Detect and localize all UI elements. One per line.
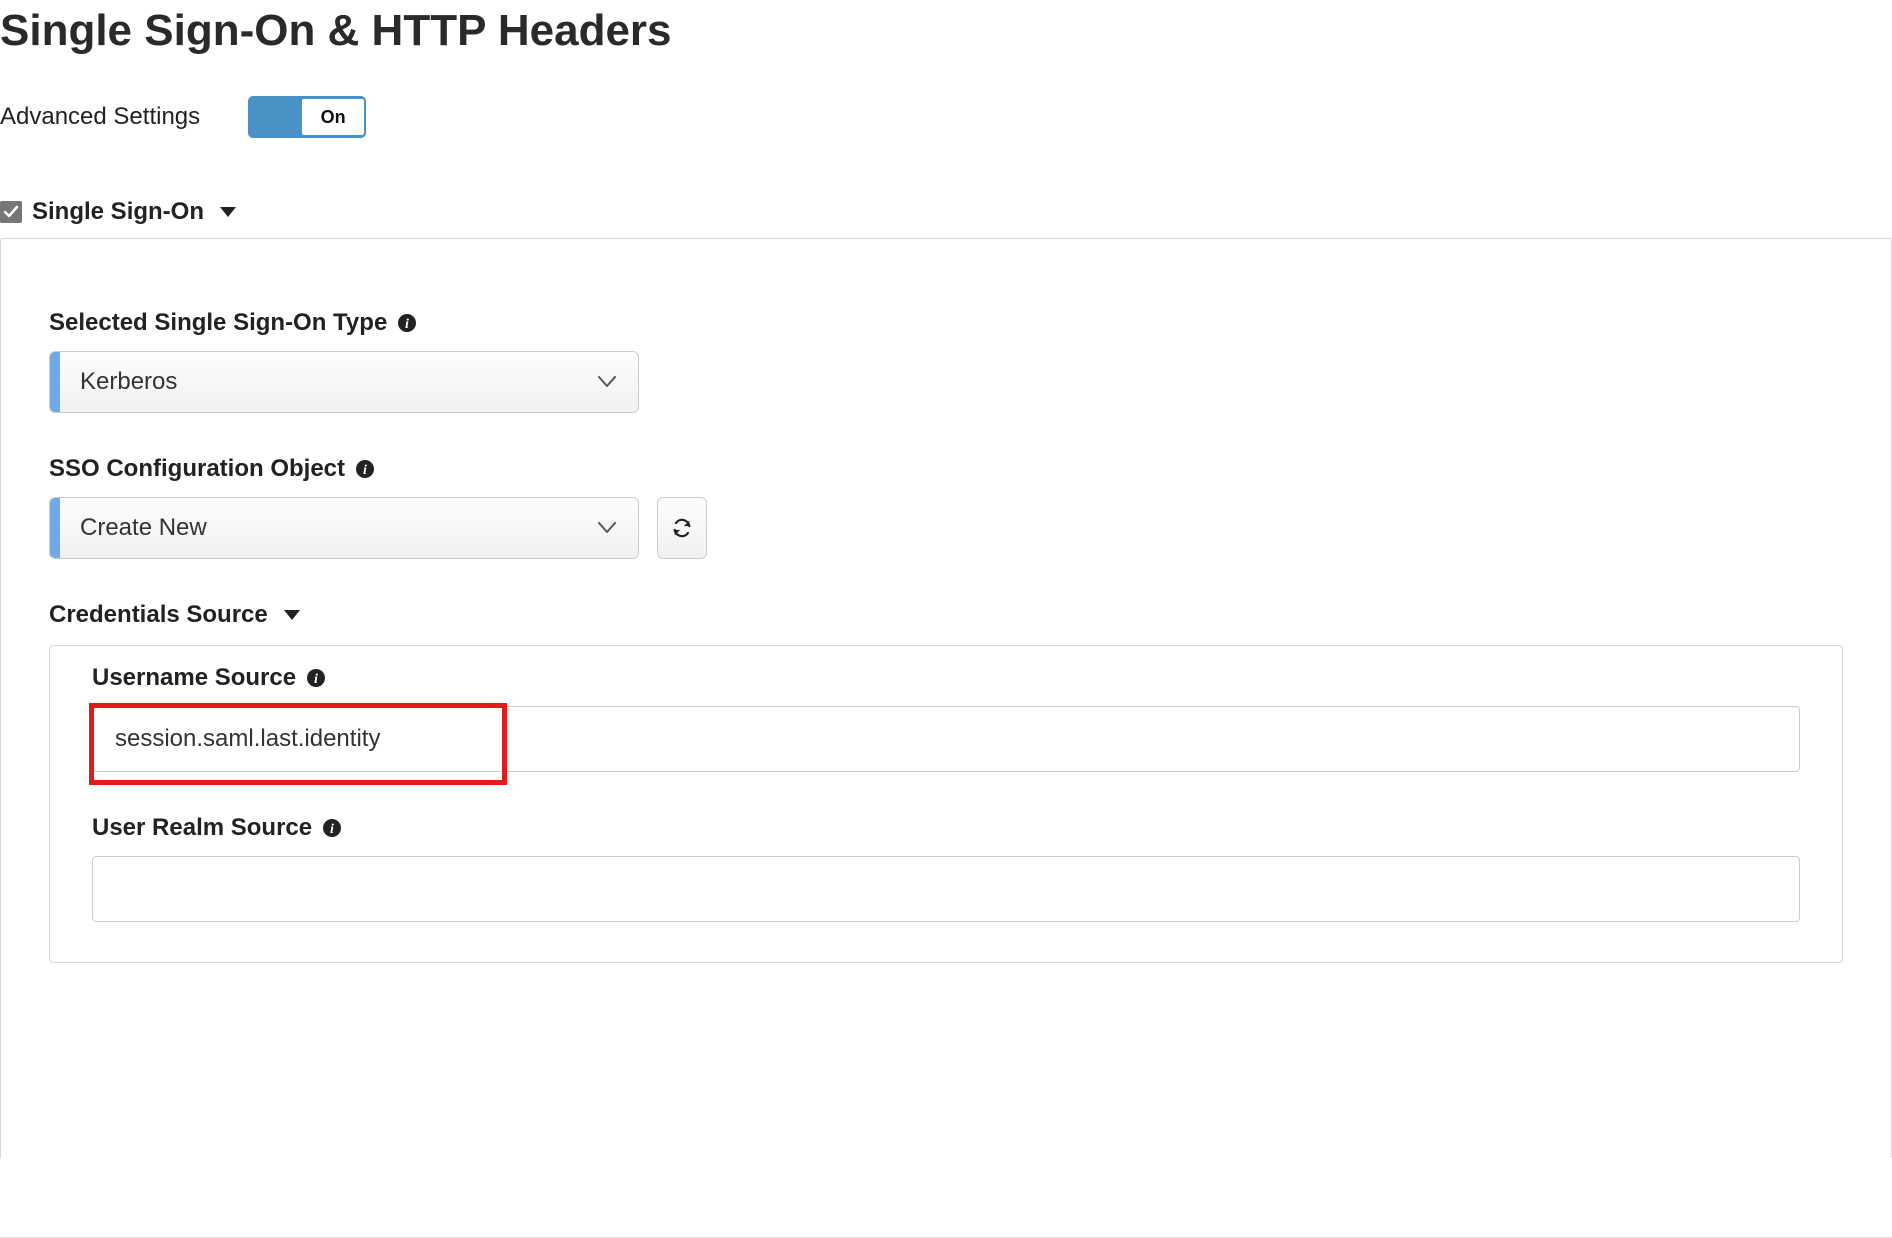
- refresh-icon: [671, 517, 693, 539]
- chevron-down-icon: [576, 371, 638, 394]
- username-source-highlight: [92, 706, 1800, 772]
- sso-config-select[interactable]: Create New: [49, 497, 639, 559]
- svg-text:i: i: [405, 317, 409, 332]
- toggle-state-label: On: [302, 99, 364, 135]
- advanced-settings-row: Advanced Settings On: [0, 96, 1892, 138]
- caret-down-icon: [284, 610, 300, 620]
- credentials-source-panel: Username Source i User Realm Source i: [49, 645, 1843, 963]
- credentials-source-title: Credentials Source: [49, 601, 268, 629]
- info-icon[interactable]: i: [306, 668, 326, 688]
- info-icon[interactable]: i: [397, 313, 417, 333]
- advanced-settings-toggle[interactable]: On: [248, 96, 366, 138]
- sso-panel: Selected Single Sign-On Type i Kerberos …: [0, 238, 1892, 1158]
- sso-config-field: SSO Configuration Object i Create New: [49, 455, 1843, 559]
- page-title: Single Sign-On & HTTP Headers: [0, 6, 1892, 56]
- sso-config-value: Create New: [60, 514, 576, 542]
- caret-down-icon: [220, 207, 236, 217]
- select-accent: [50, 352, 60, 412]
- svg-text:i: i: [330, 822, 334, 837]
- svg-text:i: i: [314, 672, 318, 687]
- username-source-input[interactable]: [92, 706, 1800, 772]
- user-realm-source-label: User Realm Source: [92, 814, 312, 842]
- sso-section-title: Single Sign-On: [32, 198, 204, 226]
- sso-config-label: SSO Configuration Object: [49, 455, 345, 483]
- sso-type-select[interactable]: Kerberos: [49, 351, 639, 413]
- checkmark-icon: [3, 204, 19, 220]
- username-source-label: Username Source: [92, 664, 296, 692]
- user-realm-source-input[interactable]: [92, 856, 1800, 922]
- sso-section-header[interactable]: Single Sign-On: [0, 198, 1892, 226]
- sso-checkbox[interactable]: [0, 201, 22, 223]
- info-icon[interactable]: i: [322, 818, 342, 838]
- select-accent: [50, 498, 60, 558]
- sso-type-field: Selected Single Sign-On Type i Kerberos: [49, 309, 1843, 413]
- refresh-button[interactable]: [657, 497, 707, 559]
- advanced-settings-label: Advanced Settings: [0, 103, 200, 131]
- username-source-field: Username Source i: [92, 664, 1800, 772]
- credentials-source-header[interactable]: Credentials Source: [49, 601, 1843, 629]
- info-icon[interactable]: i: [355, 459, 375, 479]
- chevron-down-icon: [576, 517, 638, 540]
- sso-type-label: Selected Single Sign-On Type: [49, 309, 387, 337]
- user-realm-source-field: User Realm Source i: [92, 814, 1800, 922]
- svg-text:i: i: [363, 463, 367, 478]
- sso-type-value: Kerberos: [60, 368, 576, 396]
